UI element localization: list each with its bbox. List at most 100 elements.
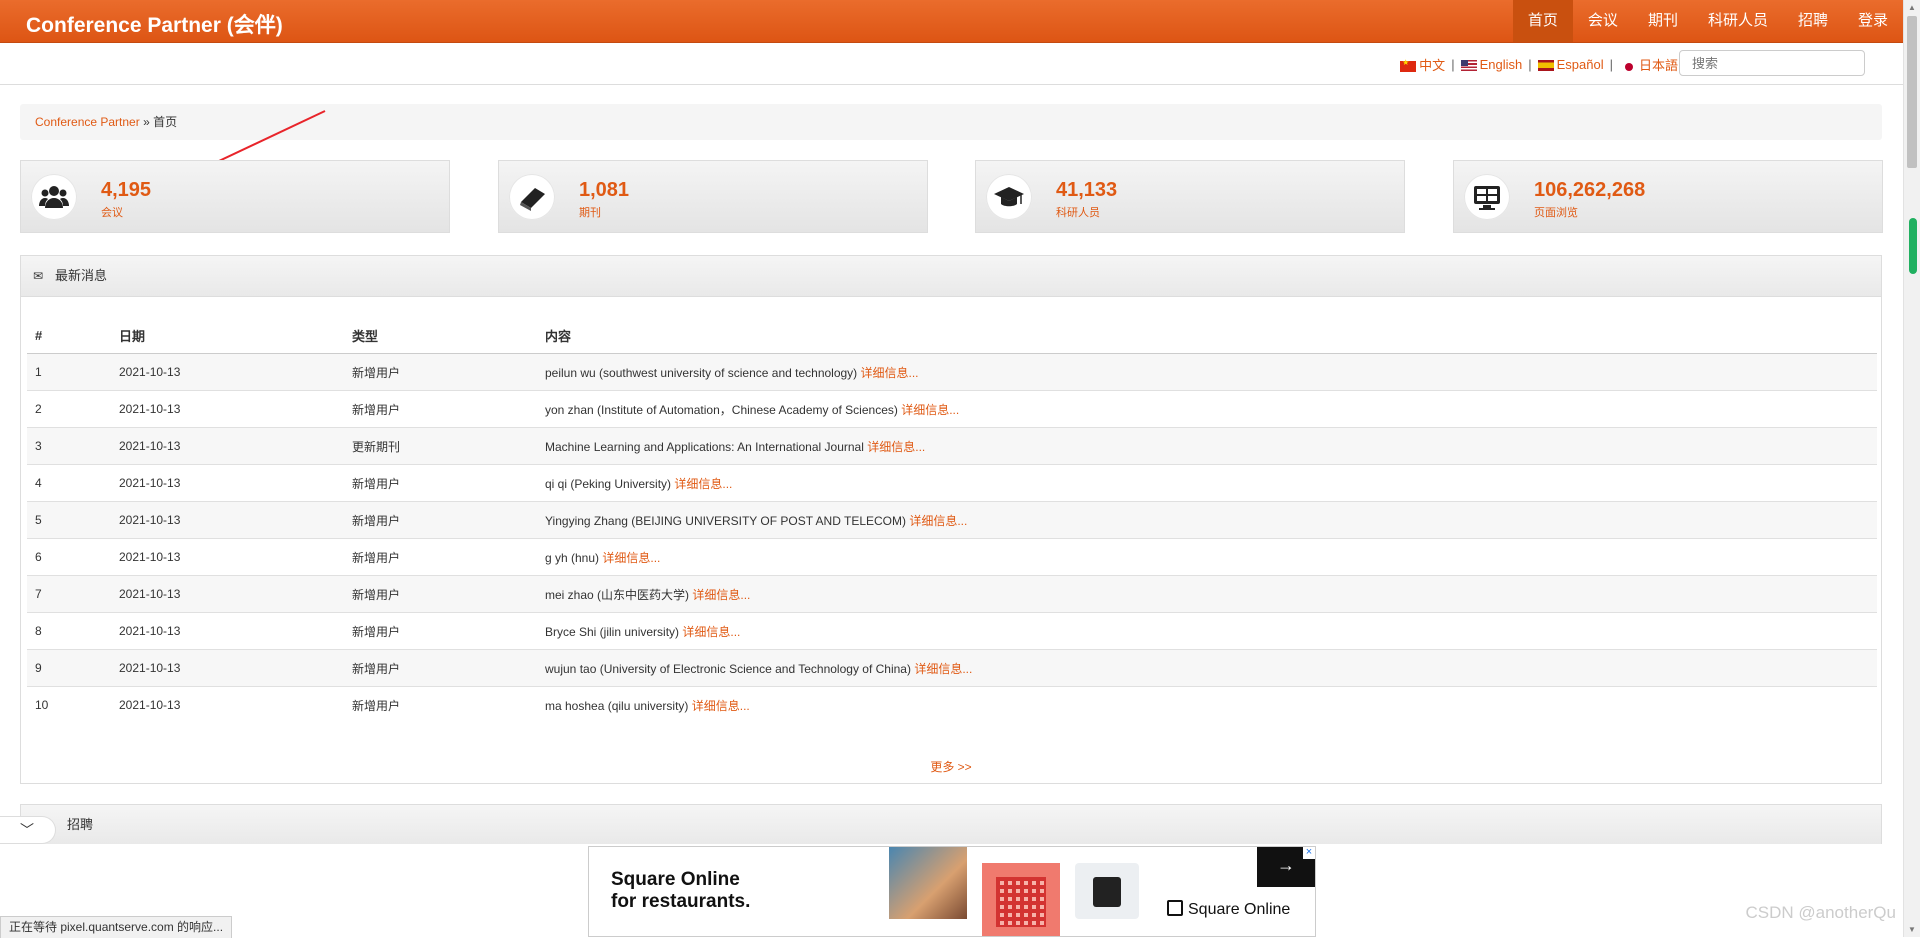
detail-link[interactable]: 详细信息... xyxy=(901,403,959,417)
nav-conferences[interactable]: 会议 xyxy=(1573,0,1633,42)
breadcrumb-root[interactable]: Conference Partner xyxy=(35,115,140,129)
stat-label: 页面浏览 xyxy=(1534,207,1578,219)
lang-separator: | xyxy=(1528,57,1532,72)
stat-value: 4,195 xyxy=(101,179,152,201)
top-navbar: Conference Partner (会伴) 首页 会议 期刊 科研人员 招聘… xyxy=(0,0,1903,43)
panel-title: 最新消息 xyxy=(55,268,108,283)
detail-link[interactable]: 详细信息... xyxy=(861,366,919,380)
more-link[interactable]: 更多 >> xyxy=(21,758,1881,775)
table-row: 1 2021-10-13 新增用户 peilun wu (southwest univ… xyxy=(27,353,1877,391)
row-date: 2021-10-13 xyxy=(111,390,344,428)
stat-researchers[interactable]: 41,133 科研人员 xyxy=(975,160,1405,233)
row-number: 6 xyxy=(27,538,111,576)
nav-login[interactable]: 登录 xyxy=(1843,0,1903,42)
us-flag-icon xyxy=(1460,60,1477,72)
table-row: 8 2021-10-13 新增用户 Bryce Shi (jilin universi… xyxy=(27,612,1877,650)
detail-link[interactable]: 详细信息... xyxy=(909,514,967,528)
row-date: 2021-10-13 xyxy=(111,464,344,502)
nav-jobs[interactable]: 招聘 xyxy=(1783,0,1843,42)
stat-value: 41,133 xyxy=(1056,179,1118,201)
nav-journals[interactable]: 期刊 xyxy=(1633,0,1693,42)
row-date: 2021-10-13 xyxy=(111,353,344,391)
lang-chinese[interactable]: 中文 xyxy=(1400,55,1445,74)
row-number: 10 xyxy=(35,698,49,712)
table-row: 4 2021-10-13 新增用户 qi qi (Peking University)… xyxy=(27,464,1877,502)
stat-conferences[interactable]: 4,195 会议 xyxy=(20,160,450,233)
row-content: ma hoshea (qilu university) xyxy=(545,698,689,713)
stat-journals[interactable]: 1,081 期刊 xyxy=(498,160,928,233)
table-row: 2 2021-10-13 新增用户 yon zhan (Institute of Au… xyxy=(27,390,1877,428)
row-date: 2021-10-13 xyxy=(111,538,344,576)
ad-banner[interactable]: Square Online for restaurants. Square On… xyxy=(588,846,1316,937)
row-content: wujun tao (University of Electronic Scie… xyxy=(545,661,911,676)
scrollbar[interactable]: ▲ ▼ xyxy=(1903,0,1920,937)
book-icon xyxy=(509,174,555,220)
search-input[interactable] xyxy=(1679,50,1865,76)
row-type: 新增用户 xyxy=(344,538,537,576)
row-type: 新增用户 xyxy=(352,698,401,713)
row-content: Yingying Zhang (BEIJING UNIVERSITY OF PO… xyxy=(545,513,906,528)
watermark: CSDN @anotherQu xyxy=(1745,903,1897,922)
detail-link[interactable]: 详细信息... xyxy=(682,625,740,639)
ad-close-icon[interactable]: × xyxy=(1303,847,1315,859)
row-content: g yh (hnu) xyxy=(545,550,600,565)
scrollbar-thumb[interactable] xyxy=(1907,16,1917,168)
square-logo-icon xyxy=(1167,900,1183,916)
row-content-cell: Machine Learning and Applications: An In… xyxy=(537,427,1877,465)
row-date: 2021-10-13 xyxy=(111,649,344,687)
detail-link[interactable]: 详细信息... xyxy=(914,662,972,676)
table-row: 6 2021-10-13 新增用户 g yh (hnu) 详细信息... xyxy=(27,538,1877,576)
row-type: 更新期刊 xyxy=(344,427,537,465)
row-content: yon zhan (Institute of Automation，Chines… xyxy=(545,402,898,417)
row-date: 2021-10-13 xyxy=(111,575,344,613)
table-row: 3 2021-10-13 更新期刊 Machine Learning and Appl… xyxy=(27,427,1877,465)
ad-headline: Square Online for restaurants. xyxy=(611,869,750,913)
row-number: 9 xyxy=(27,649,111,687)
detail-link[interactable]: 详细信息... xyxy=(692,699,750,713)
lang-japanese-label: 日本語 xyxy=(1638,58,1678,73)
language-switcher: 中文 | English | Español | 日本語 xyxy=(1400,55,1678,74)
table-row: 10 2021-10-13 新增用户 ma hoshea (qilu universi… xyxy=(27,687,1877,724)
lang-separator: | xyxy=(1609,57,1613,72)
brand-title[interactable]: Conference Partner (会伴) xyxy=(26,9,283,39)
panel-title: 招聘 xyxy=(67,817,94,832)
row-type: 新增用户 xyxy=(344,464,537,502)
lang-japanese[interactable]: 日本語 xyxy=(1619,55,1678,74)
nav-home[interactable]: 首页 xyxy=(1512,0,1573,42)
row-number: 4 xyxy=(27,464,111,502)
detail-link[interactable]: 详细信息... xyxy=(602,551,660,565)
browser-status-bar: 正在等待 pixel.quantserve.com 的响应... xyxy=(0,916,233,938)
arrow-right-icon: → xyxy=(1277,855,1295,875)
row-type: 新增用户 xyxy=(344,575,537,613)
lang-spanish[interactable]: Español xyxy=(1537,57,1604,72)
collapse-toggle[interactable]: ﹀ xyxy=(0,816,56,844)
stat-pageviews[interactable]: 106,262,268 页面浏览 xyxy=(1453,160,1883,233)
row-content: peilun wu (southwest university of scien… xyxy=(545,365,858,380)
scroll-up-icon[interactable]: ▲ xyxy=(1908,3,1916,12)
japan-flag-icon xyxy=(1624,62,1633,71)
ad-photo xyxy=(889,847,967,919)
row-type: 新增用户 xyxy=(344,612,537,650)
stat-label: 科研人员 xyxy=(1056,207,1100,219)
detail-link[interactable]: 详细信息... xyxy=(674,477,732,491)
ad-brand-label: Square Online xyxy=(1188,901,1291,918)
nav-researchers[interactable]: 科研人员 xyxy=(1693,0,1783,42)
table-header-row: # 日期 类型 内容 xyxy=(27,320,1877,354)
row-content: qi qi (Peking University) xyxy=(545,476,672,491)
row-number: 8 xyxy=(27,612,111,650)
scroll-down-icon[interactable]: ▼ xyxy=(1908,925,1916,934)
detail-link[interactable]: 详细信息... xyxy=(692,588,750,602)
row-type: 新增用户 xyxy=(344,649,537,687)
news-table: # 日期 类型 内容 1 2021-10-13 新增用户 peilun wu (sou… xyxy=(27,320,1877,723)
detail-link[interactable]: 详细信息... xyxy=(867,440,925,454)
monitor-icon xyxy=(1464,174,1510,220)
ad-headline-line: for restaurants. xyxy=(611,891,751,912)
row-content-cell: Yingying Zhang (BEIJING UNIVERSITY OF PO… xyxy=(537,501,1877,539)
envelope-icon: ✉ xyxy=(33,269,44,283)
spain-flag-icon xyxy=(1537,60,1554,72)
row-date: 2021-10-13 xyxy=(111,612,344,650)
lang-english[interactable]: English xyxy=(1460,57,1522,72)
row-content-cell: g yh (hnu) 详细信息... xyxy=(537,538,1877,576)
users-icon xyxy=(31,174,77,220)
row-content-cell: yon zhan (Institute of Automation，Chines… xyxy=(537,390,1877,428)
